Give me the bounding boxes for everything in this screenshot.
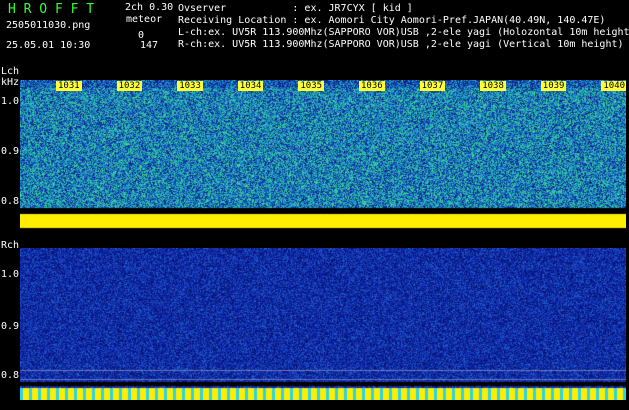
time-tick-1038: 1038 — [480, 81, 506, 91]
lch-ytick-3: 0.8 — [1, 196, 20, 207]
rch-ytick-2: 0.9 — [1, 321, 20, 332]
file-name: 2505011030.png — [6, 20, 91, 31]
time-tick-1034: 1034 — [237, 81, 264, 91]
time-tick-1031: 1031 — [56, 81, 82, 91]
lch-waterfall — [20, 80, 626, 230]
rch-ytick-1: 1.0 — [1, 269, 20, 280]
lch-label: Lch — [1, 66, 20, 77]
lch-spectrogram: 1031 1032 1033 1034 1035 1036 1037 1038 1039 1040 — [20, 80, 626, 230]
meteor-count-bottom: 147 — [140, 40, 159, 51]
time-tick-1039: 1039 — [540, 81, 567, 91]
mode-label: 2ch 0.30 — [125, 2, 174, 13]
station-info: Ovserver : ex. JR7CYX [ kid ] Receiving … — [178, 3, 629, 51]
rch-ytick-3: 0.8 — [1, 370, 20, 381]
time-tick-1037: 1037 — [419, 81, 446, 91]
time-tick-1040: 1040 — [601, 81, 626, 91]
observer-line: Ovserver : ex. JR7CYX [ kid ] — [178, 3, 413, 14]
lch-unit: kHz — [1, 77, 20, 88]
lch-config-line: L-ch:ex. UV5R 113.900Mhz(SAPPORO VOR)USB… — [178, 27, 629, 38]
lch-ytick-1: 1.0 — [1, 96, 20, 107]
meteor-label: meteor — [126, 14, 163, 25]
app-title: H R O F F T — [8, 2, 95, 17]
rch-config-line: R-ch:ex. UV5R 113.900Mhz(SAPPORO VOR)USB… — [178, 39, 624, 50]
rch-spectrogram — [20, 248, 626, 400]
time-tick-1036: 1036 — [359, 81, 385, 91]
time-tick-1033: 1033 — [177, 81, 203, 91]
location-line: Receiving Location : ex. Aomori City Aom… — [178, 15, 606, 26]
rch-waterfall — [20, 248, 626, 400]
rch-label: Rch — [1, 240, 20, 251]
lch-ytick-2: 0.9 — [1, 146, 20, 157]
time-tick-1035: 1035 — [298, 81, 325, 91]
time-tick-1032: 1032 — [116, 81, 143, 91]
datetime-label: 25.05.01 10:30 — [6, 40, 91, 51]
